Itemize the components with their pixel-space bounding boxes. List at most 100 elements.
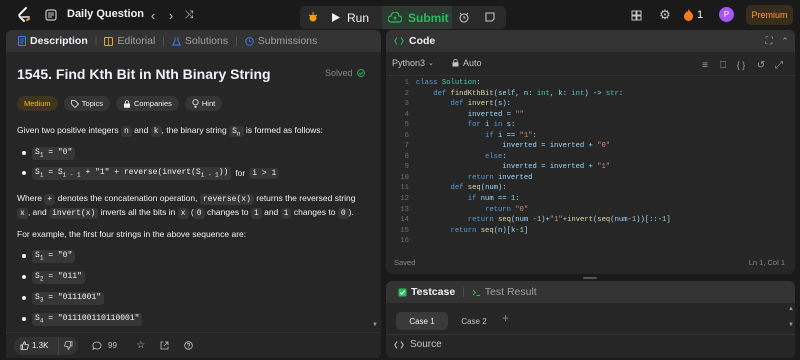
solved-label: Solved <box>325 68 353 78</box>
thumbs-down-icon <box>64 341 73 350</box>
intro-and: and <box>134 125 149 135</box>
tab-divider: | <box>462 286 465 298</box>
tab-divider: | <box>94 35 98 47</box>
bullet-dot <box>22 296 26 301</box>
line-number: 11 <box>400 184 409 193</box>
hint-chip[interactable]: Hint <box>184 96 223 111</box>
expand-icon[interactable]: ⤢ <box>768 54 790 76</box>
tag-icon <box>70 99 79 108</box>
line-number: 4 <box>404 110 409 119</box>
collapse-icon[interactable]: ⌃ <box>774 30 795 52</box>
tab-divider: | <box>162 35 165 47</box>
case-1-tab[interactable]: Case 1 <box>396 312 448 330</box>
notes-icon[interactable] <box>479 6 501 28</box>
code-line: 3 def invert(s): <box>386 99 795 110</box>
code-line: 15 return seq(n)[k-1] <box>386 226 795 237</box>
premium-button[interactable]: Premium <box>746 5 793 25</box>
topics-chip[interactable]: Topics <box>63 96 110 111</box>
panel-resize-handle[interactable] <box>583 277 597 279</box>
dislike-button[interactable] <box>58 336 78 355</box>
rule-2-condition: i > 1 <box>249 167 280 179</box>
tab-test-result[interactable]: Test Result <box>468 286 541 298</box>
comments-button[interactable]: 99 <box>92 341 117 351</box>
tab-divider: | <box>235 35 238 47</box>
line-number: 15 <box>400 226 409 235</box>
star-icon[interactable]: ☆ <box>133 338 149 354</box>
tab-editorial[interactable]: Editorial <box>100 35 159 47</box>
para2-e: inverts all the bits in <box>100 207 176 217</box>
tab-solutions[interactable]: Solutions <box>168 35 232 47</box>
submit-button[interactable]: Submit <box>382 6 452 29</box>
code-line: 8 else: <box>386 152 795 163</box>
share-icon[interactable] <box>157 338 173 354</box>
source-toggle[interactable]: Source <box>394 339 442 350</box>
user-avatar[interactable]: P <box>719 7 734 22</box>
cloud-upload-icon <box>388 12 402 23</box>
code-text: inverted = inverted + "1" <box>416 163 611 172</box>
leetcode-logo-icon[interactable] <box>14 5 34 25</box>
tab-testcase[interactable]: Testcase <box>394 286 459 298</box>
streak-counter[interactable]: 1 <box>684 6 703 24</box>
code-area[interactable]: 1 class Solution: 2 def findKthBit(self, … <box>386 78 795 247</box>
problem-title: 1545. Find Kth Bit in Nth Binary String <box>17 66 271 82</box>
tab-submissions[interactable]: Submissions <box>241 35 322 47</box>
intro-text: Given two positive integers <box>17 125 119 135</box>
bullet-dot <box>22 317 26 322</box>
case-2-tab[interactable]: Case 2 <box>452 312 496 330</box>
problem-description-intro: Given two positive integers n and k, the… <box>17 124 357 141</box>
topics-label: Topics <box>81 99 103 108</box>
para2-j: ). <box>348 207 354 217</box>
braces-icon[interactable]: { } <box>730 54 752 76</box>
submit-label: Submit <box>408 10 449 25</box>
layout-grid-icon[interactable] <box>625 4 647 26</box>
rule-1-value: = "0" <box>48 148 73 157</box>
run-label: Run <box>347 10 370 25</box>
problem-list-icon[interactable] <box>40 4 62 26</box>
line-number: 10 <box>400 173 409 182</box>
shuffle-icon[interactable]: ⤨ <box>178 4 200 26</box>
code-panel-header: Code ⛶ ⌃ <box>386 30 795 52</box>
line-number: 3 <box>404 100 409 109</box>
code-line: 13 return "0" <box>386 205 795 216</box>
play-icon <box>332 13 340 22</box>
line-number: 16 <box>400 237 409 246</box>
help-icon[interactable] <box>181 338 197 354</box>
like-button[interactable]: 1.3K <box>14 336 58 355</box>
code-line: 14 return seq(num -1)+"1"+invert(seq(num… <box>386 215 795 226</box>
rule-item-1: S1 = "0" <box>22 147 76 160</box>
scroll-up-arrow-icon[interactable]: ▲ <box>788 306 794 312</box>
example-value: = "011100110110001" <box>48 314 140 323</box>
streak-count: 1 <box>697 9 704 21</box>
code-zero: 0 <box>337 208 349 219</box>
thumbs-up-icon <box>20 341 29 350</box>
bullet-dot <box>22 151 26 156</box>
settings-gear-icon[interactable]: ⚙ <box>654 4 676 26</box>
para2-g: changes to <box>206 207 249 217</box>
mode-label: Auto <box>463 58 482 68</box>
code-k: k <box>150 126 162 137</box>
tab-description[interactable]: Description <box>14 35 92 47</box>
difficulty-badge[interactable]: Medium <box>17 96 58 111</box>
code-text: else: <box>485 152 507 161</box>
scroll-down-arrow-icon[interactable]: ▼ <box>788 322 794 328</box>
language-select[interactable]: Python3 ⌄ <box>392 58 434 68</box>
example-intro: For example, the first four strings in t… <box>17 229 247 239</box>
line-number: 1 <box>404 79 409 87</box>
autocomplete-toggle[interactable]: Auto <box>452 58 482 68</box>
code-one: 1 <box>280 208 292 219</box>
add-case-plus-icon[interactable]: + <box>502 311 509 325</box>
companies-chip[interactable]: Companies <box>115 96 179 111</box>
daily-question-link[interactable]: Daily Question <box>67 8 144 20</box>
example-value: = "0111001" <box>48 293 102 302</box>
top-navbar: Daily Question ‹ › ⤨ Run Submit ⚙ 1 P Pr… <box>0 0 800 30</box>
code-line: 11 def seq(num): <box>386 183 795 194</box>
run-button[interactable]: Run <box>332 6 382 29</box>
para2-a: Where <box>17 193 43 203</box>
alarm-clock-icon[interactable] <box>453 6 475 28</box>
code-plus: + <box>44 194 56 205</box>
code-text: for i in s: <box>467 121 516 130</box>
debug-icon[interactable] <box>302 6 324 28</box>
code-text: return seq(num -1)+"1"+invert(seq(num-1)… <box>467 216 671 225</box>
scroll-down-arrow-icon[interactable]: ▼ <box>372 322 378 328</box>
code-text: return inverted <box>467 173 533 182</box>
